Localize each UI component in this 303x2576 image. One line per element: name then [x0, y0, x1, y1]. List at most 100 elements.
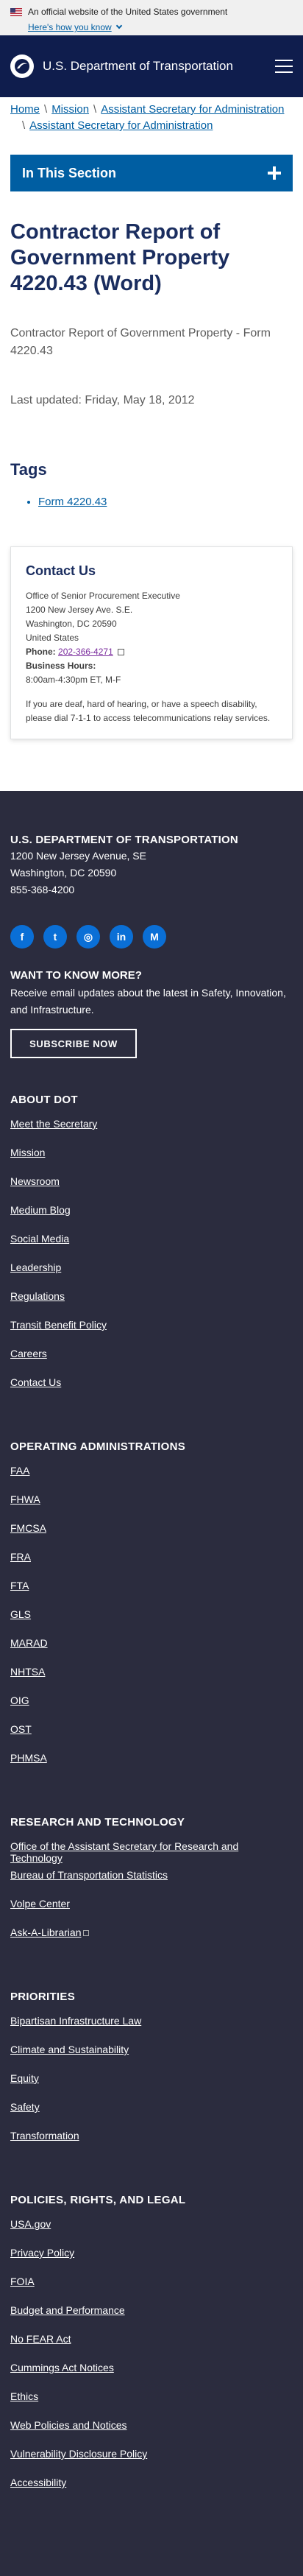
footer-link[interactable]: PHMSA: [10, 1752, 47, 1764]
footer-link[interactable]: Social Media: [10, 1233, 69, 1245]
footer-link[interactable]: Budget and Performance: [10, 2304, 125, 2316]
footer-org: U.S. DEPARTMENT OF TRANSPORTATION: [10, 834, 238, 846]
footer-link[interactable]: Privacy Policy: [10, 2247, 74, 2259]
us-flag-icon: [10, 7, 22, 16]
how-you-know-link[interactable]: Here's how you know: [28, 22, 112, 32]
footer-link[interactable]: Transformation: [10, 2130, 79, 2142]
footer-link[interactable]: Bipartisan Infrastructure Law: [10, 2015, 141, 2027]
footer-link[interactable]: Web Policies and Notices: [10, 2419, 126, 2431]
instagram-icon[interactable]: ◎: [76, 925, 100, 949]
site-title[interactable]: U.S. Department of Transportation: [43, 59, 275, 74]
breadcrumb-mission[interactable]: Mission: [51, 103, 89, 116]
footer-link-item: GLS: [10, 1608, 293, 1637]
footer-link[interactable]: Ethics: [10, 2390, 38, 2402]
tag-link[interactable]: Form 4220.43: [38, 496, 107, 508]
footer-section: POLICIES, RIGHTS, AND LEGAL USA.gov Privac…: [10, 2194, 293, 2505]
tag-item: Form 4220.43: [38, 496, 293, 508]
footer-link-list: Meet the Secretary Mission Newsroom Medium …: [10, 1118, 293, 1405]
breadcrumb-asst-sec-admin-current[interactable]: Assistant Secretary for Administration: [29, 119, 213, 132]
relay-note: If you are deaf, hard of hearing, or hav…: [26, 699, 271, 723]
footer-link[interactable]: Mission: [10, 1147, 45, 1158]
footer-link[interactable]: FTA: [10, 1580, 29, 1591]
footer-link[interactable]: Cummings Act Notices: [10, 2362, 114, 2373]
page-title: Contractor Report of Government Property…: [10, 220, 230, 295]
footer-link-item: PHMSA: [10, 1752, 293, 1781]
footer-link-item: FMCSA: [10, 1522, 293, 1551]
footer-link-item: Accessibility: [10, 2477, 293, 2505]
footer-link-item: Volpe Center: [10, 1898, 293, 1926]
footer-link[interactable]: FRA: [10, 1551, 31, 1563]
footer-link[interactable]: Safety: [10, 2101, 40, 2113]
footer-link-list: Office of the Assistant Secretary for Re…: [10, 1840, 293, 1955]
footer-link[interactable]: OST: [10, 1723, 32, 1735]
footer-link-item: USA.gov: [10, 2218, 293, 2247]
footer-link[interactable]: Equity: [10, 2072, 39, 2084]
footer-link[interactable]: Volpe Center: [10, 1898, 70, 1910]
in-this-section-label: In This Section: [22, 165, 117, 180]
footer-link[interactable]: NHTSA: [10, 1666, 45, 1678]
footer-link-item: MARAD: [10, 1637, 293, 1666]
footer-link-item: FTA: [10, 1580, 293, 1608]
footer-link-item: Office of the Assistant Secretary for Re…: [10, 1840, 293, 1869]
footer-link-list: USA.gov Privacy Policy FOIA Budget and Perf…: [10, 2218, 293, 2505]
breadcrumb-asst-sec-admin[interactable]: Assistant Secretary for Administration: [101, 103, 284, 116]
external-link-icon: [83, 1930, 90, 1937]
facebook-icon[interactable]: f: [10, 925, 34, 949]
footer-link[interactable]: Careers: [10, 1348, 47, 1359]
hours-label: Business Hours:: [26, 661, 96, 671]
footer-link[interactable]: Contact Us: [10, 1376, 61, 1388]
external-link-icon: [118, 649, 125, 656]
footer-link[interactable]: USA.gov: [10, 2218, 51, 2230]
footer-link[interactable]: Climate and Sustainability: [10, 2044, 129, 2055]
footer-link[interactable]: Newsroom: [10, 1175, 60, 1187]
footer-link[interactable]: MARAD: [10, 1637, 48, 1649]
footer-section: ABOUT DOT Meet the Secretary Mission Newsro…: [10, 1094, 293, 1405]
want-text: Receive email updates about the latest i…: [10, 987, 286, 1016]
footer-link-item: No FEAR Act: [10, 2333, 293, 2362]
footer-section-heading: POLICIES, RIGHTS, AND LEGAL: [10, 2194, 186, 2206]
menu-icon[interactable]: [275, 60, 293, 73]
footer-section: OPERATING ADMINISTRATIONS FAA FHWA FMCSA FRA…: [10, 1440, 293, 1781]
linkedin-icon[interactable]: in: [110, 925, 133, 949]
footer-section-heading: OPERATING ADMINISTRATIONS: [10, 1440, 186, 1453]
footer-link[interactable]: FAA: [10, 1465, 29, 1477]
footer-link[interactable]: Bureau of Transportation Statistics: [10, 1869, 168, 1881]
phone-link[interactable]: 202-366-4271: [58, 647, 113, 657]
footer-link-item: Cummings Act Notices: [10, 2362, 293, 2390]
footer-link[interactable]: Leadership: [10, 1261, 61, 1273]
footer-phone: 855-368-4200: [10, 884, 75, 895]
footer-link-item: Vulnerability Disclosure Policy: [10, 2448, 293, 2477]
twitter-icon[interactable]: t: [43, 925, 67, 949]
footer-section-heading: ABOUT DOT: [10, 1094, 78, 1106]
footer-section: RESEARCH AND TECHNOLOGY Office of the Ass…: [10, 1816, 293, 1955]
footer-link[interactable]: Transit Benefit Policy: [10, 1319, 107, 1331]
footer-link[interactable]: FHWA: [10, 1493, 40, 1505]
footer-link[interactable]: GLS: [10, 1608, 31, 1620]
footer-link-item: Newsroom: [10, 1175, 293, 1204]
footer-link-item: Climate and Sustainability: [10, 2044, 293, 2072]
footer-link[interactable]: Medium Blog: [10, 1204, 71, 1216]
footer-link-list: Bipartisan Infrastructure Law Climate and…: [10, 2015, 293, 2158]
how-you-know-toggle[interactable]: Here's how you know: [28, 22, 293, 32]
in-this-section-toggle[interactable]: In This Section: [10, 155, 293, 191]
footer-link[interactable]: OIG: [10, 1695, 29, 1706]
footer-link-item: Equity: [10, 2072, 293, 2101]
last-updated: Last updated: Friday, May 18, 2012: [10, 394, 195, 407]
footer-link[interactable]: Accessibility: [10, 2477, 66, 2488]
footer-link-item: FOIA: [10, 2276, 293, 2304]
subscribe-button[interactable]: SUBSCRIBE NOW: [10, 1029, 137, 1058]
medium-icon[interactable]: M: [143, 925, 166, 949]
chevron-down-icon: [115, 22, 122, 29]
footer-link[interactable]: FOIA: [10, 2276, 35, 2287]
footer-link-item: Social Media: [10, 1233, 293, 1261]
footer-link[interactable]: Vulnerability Disclosure Policy: [10, 2448, 147, 2460]
breadcrumb-home[interactable]: Home: [10, 103, 40, 116]
footer-link[interactable]: Office of the Assistant Secretary for Re…: [10, 1840, 238, 1864]
breadcrumb: Home \ Mission \ Assistant Secretary for Adm…: [10, 103, 285, 132]
footer-link[interactable]: Regulations: [10, 1290, 65, 1302]
footer-link[interactable]: Meet the Secretary: [10, 1118, 97, 1130]
footer-link[interactable]: FMCSA: [10, 1522, 46, 1534]
footer-link[interactable]: No FEAR Act: [10, 2333, 71, 2345]
dot-logo-icon[interactable]: [10, 54, 34, 78]
footer-link[interactable]: Ask-A-Librarian: [10, 1926, 81, 1938]
